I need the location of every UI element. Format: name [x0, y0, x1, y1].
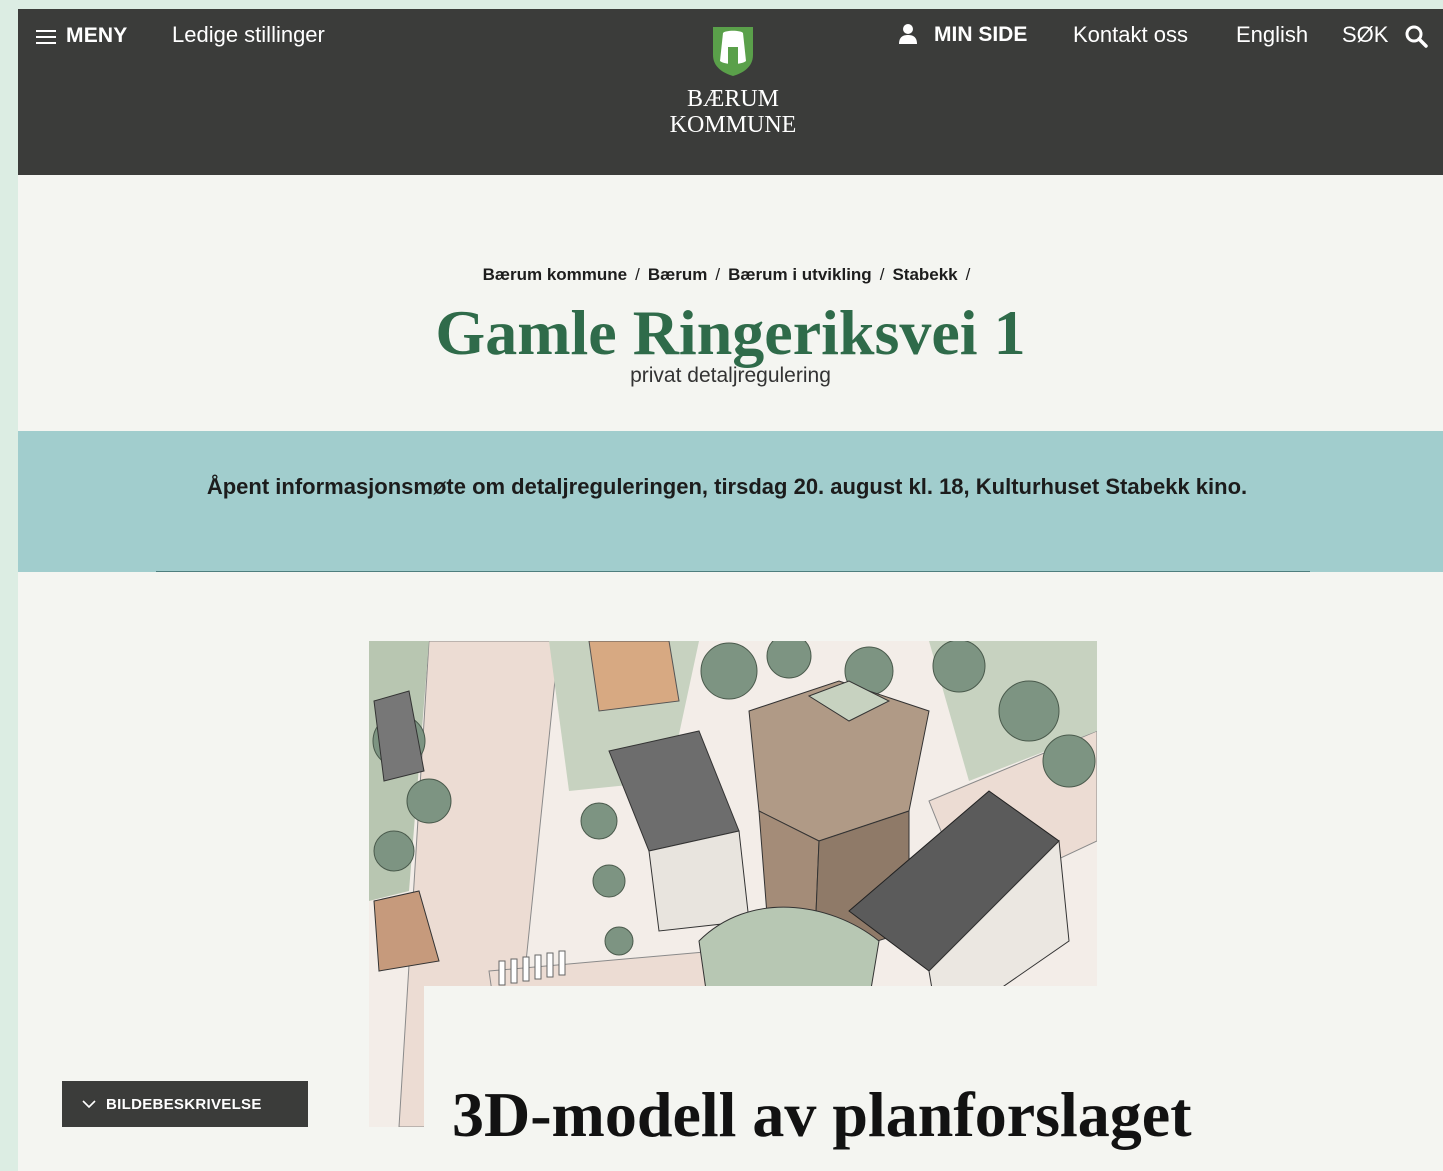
info-banner: Åpent informasjonsmøte om detaljreguleri…: [18, 431, 1443, 572]
logo-line-1: BÆRUM: [686, 86, 780, 112]
info-banner-text: Åpent informasjonsmøte om detaljreguleri…: [206, 474, 1248, 499]
breadcrumb-item-stabekk[interactable]: Stabekk: [892, 265, 957, 284]
logo-line-2: KOMMUNE: [669, 112, 797, 138]
search-link[interactable]: SØK: [1342, 21, 1388, 49]
breadcrumb-separator: /: [965, 265, 971, 284]
breadcrumb-item-baerum-i-utvikling[interactable]: Bærum i utvikling: [728, 265, 872, 284]
breadcrumb-separator: /: [635, 265, 640, 284]
page-subtitle: privat detaljregulering: [630, 364, 831, 387]
site-header: MENY Ledige stillinger BÆRUM KOMMUNE MIN…: [18, 9, 1443, 175]
breadcrumb-separator: /: [715, 265, 721, 284]
user-icon[interactable]: [898, 23, 918, 45]
menu-button[interactable]: MENY: [36, 21, 127, 51]
my-page-link[interactable]: MIN SIDE: [934, 21, 1027, 49]
breadcrumb: Bærum kommune / Bærum / Bærum i utvikling / St…: [18, 265, 1443, 285]
image-description-button[interactable]: BILDEBESKRIVELSE: [62, 1081, 308, 1127]
contact-link[interactable]: Kontakt oss: [1073, 21, 1188, 49]
baerum-logo[interactable]: BÆRUM KOMMUNE: [658, 25, 808, 138]
chevron-down-icon: [82, 1100, 96, 1109]
hamburger-icon: [36, 27, 56, 45]
coat-of-arms-icon: [713, 27, 753, 76]
page-title: Gamle Ringeriksvei 1: [435, 297, 1026, 368]
search-icon[interactable]: [1404, 24, 1428, 48]
breadcrumb-separator: /: [879, 265, 885, 284]
menu-label: MENY: [66, 24, 128, 47]
breadcrumb-item-baerum[interactable]: Bærum: [648, 265, 708, 284]
jobs-link[interactable]: Ledige stillinger: [172, 21, 325, 49]
banner-divider: [156, 571, 1310, 572]
english-link[interactable]: English: [1236, 21, 1308, 49]
image-description-label: BILDEBESKRIVELSE: [106, 1095, 262, 1113]
breadcrumb-item-baerum-kommune[interactable]: Bærum kommune: [483, 265, 628, 284]
image-caption-title: 3D-modell av planforslaget: [452, 1079, 1192, 1150]
page: MENY Ledige stillinger BÆRUM KOMMUNE MIN…: [18, 9, 1443, 1171]
